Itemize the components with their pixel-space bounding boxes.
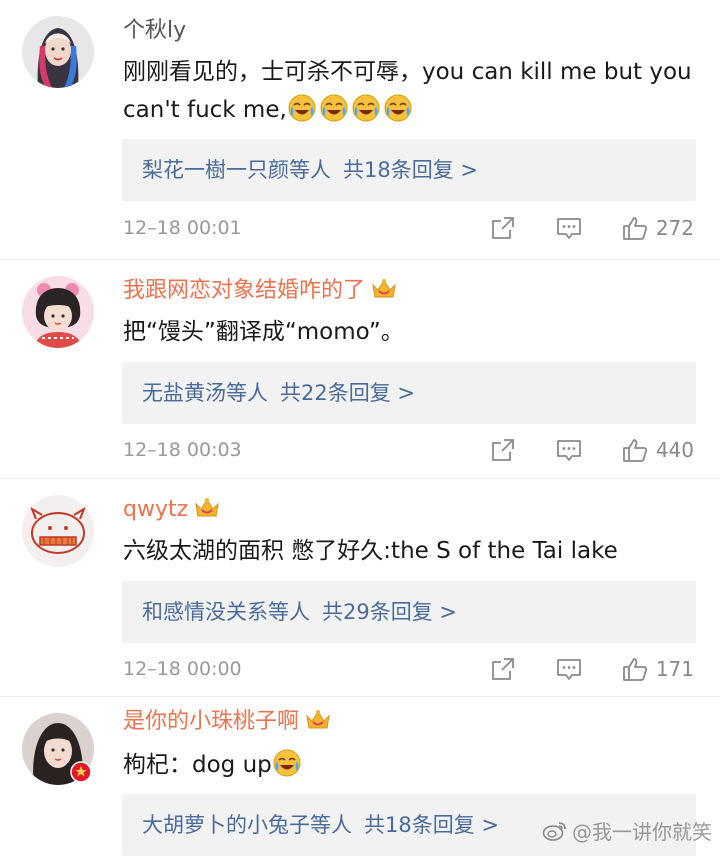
verified-badge-icon [70, 761, 92, 783]
comment-card: qwytz 六级太湖的面积 憋了好久:the S of the Tai lake… [0, 479, 720, 697]
like-button[interactable]: 440 [622, 435, 694, 465]
comment-text-content: 六级太湖的面积 憋了好久:the S of the Tai lake [123, 538, 618, 564]
watermark-text: @我一讲你就笑 [572, 820, 712, 844]
action-bar: 440 [490, 435, 694, 465]
reply-users: 梨花一樹一只颜等人 [142, 158, 331, 182]
share-icon[interactable] [490, 437, 516, 463]
share-icon[interactable] [490, 215, 516, 241]
laugh-cry-emoji-icon [288, 94, 316, 122]
username-text: qwytz [123, 497, 189, 522]
like-button[interactable]: 272 [622, 213, 694, 243]
thumbs-up-icon [622, 217, 647, 240]
comment-icon[interactable] [556, 656, 582, 682]
comment-text: 刚刚看见的，士可杀不可辱，you can kill me but you can… [123, 53, 698, 129]
share-icon[interactable] [490, 656, 516, 682]
comment-card: 个秋ly 刚刚看见的，士可杀不可辱，you can kill me but yo… [0, 0, 720, 260]
comment-text-content: 把“馒头”翻译成“momo”。 [123, 319, 404, 345]
laugh-cry-emoji-icon [320, 94, 348, 122]
reply-summary-button[interactable]: 梨花一樹一只颜等人 共18条回复 > [122, 139, 696, 201]
crown-icon [306, 710, 330, 729]
comment-icon[interactable] [556, 215, 582, 241]
comment-meta: 12–18 00:01 272 [123, 213, 694, 243]
timestamp: 12–18 00:03 [123, 439, 242, 461]
username[interactable]: qwytz [123, 495, 220, 525]
comment-text: 把“馒头”翻译成“momo”。 [123, 313, 698, 351]
username[interactable]: 个秋ly [123, 16, 186, 46]
reply-count: 共22条回复 > [280, 381, 415, 405]
like-button[interactable]: 171 [622, 654, 694, 684]
avatar[interactable] [22, 713, 94, 785]
username-text: 是你的小珠桃子啊 [123, 709, 300, 734]
reply-summary-button[interactable]: 无盐黄汤等人 共22条回复 > [122, 362, 696, 424]
username[interactable]: 我跟网恋对象结婚咋的了 [123, 276, 397, 306]
laugh-cry-emoji-icon [273, 749, 301, 777]
laugh-cry-emoji-icon [384, 94, 412, 122]
comment-card: 我跟网恋对象结婚咋的了 把“馒头”翻译成“momo”。 无盐黄汤等人 共22条回复… [0, 260, 720, 479]
reply-summary-button[interactable]: 和感情没关系等人 共29条回复 > [122, 581, 696, 643]
action-bar: 171 [490, 654, 694, 684]
avatar[interactable] [22, 276, 94, 348]
reply-users: 和感情没关系等人 [142, 600, 310, 624]
emoji-run [287, 94, 415, 123]
comment-meta: 12–18 00:03 440 [123, 435, 694, 465]
comment-icon[interactable] [556, 437, 582, 463]
comment-text-content: 枸杞：dog up [123, 752, 272, 778]
avatar[interactable] [22, 16, 94, 88]
reply-count: 共29条回复 > [322, 600, 457, 624]
like-count: 272 [655, 216, 694, 240]
thumbs-up-icon [622, 439, 647, 462]
like-count: 440 [655, 438, 694, 462]
reply-count: 共18条回复 > [343, 158, 478, 182]
avatar[interactable] [22, 495, 94, 567]
username-text: 我跟网恋对象结婚咋的了 [123, 278, 366, 303]
watermark: @我一讲你就笑 [542, 816, 712, 845]
username[interactable]: 是你的小珠桃子啊 [123, 707, 331, 737]
thumbs-up-icon [622, 658, 647, 681]
comment-text: 六级太湖的面积 憋了好久:the S of the Tai lake [123, 532, 698, 570]
crown-icon [195, 498, 219, 517]
action-bar: 272 [490, 213, 694, 243]
reply-users: 大胡萝卜的小兔子等人 [142, 813, 352, 837]
timestamp: 12–18 00:01 [123, 217, 242, 239]
timestamp: 12–18 00:00 [123, 658, 242, 680]
like-count: 171 [655, 657, 694, 681]
reply-users: 无盐黄汤等人 [142, 381, 268, 405]
reply-count: 共18条回复 > [364, 813, 499, 837]
comment-text: 枸杞：dog up [123, 746, 698, 784]
comment-meta: 12–18 00:00 171 [123, 654, 694, 684]
weibo-logo-icon [542, 821, 566, 841]
laugh-cry-emoji-icon [352, 94, 380, 122]
crown-icon [372, 279, 396, 298]
